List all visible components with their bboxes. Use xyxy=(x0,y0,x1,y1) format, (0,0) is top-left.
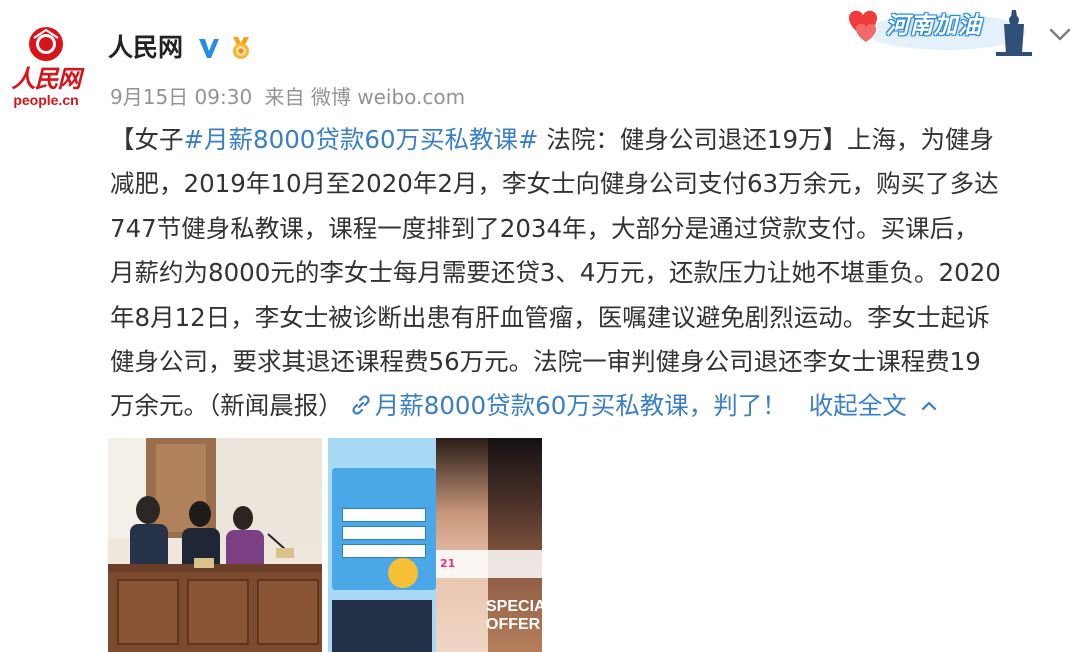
account-name[interactable]: 人民网 xyxy=(108,31,183,65)
ad-field xyxy=(342,508,426,522)
henan-badge: 河南加油 xyxy=(846,2,1036,60)
post-body: 【女子#月薪8000贷款60万买私教课# 法院：健身公司退还19万】上海，为健身… xyxy=(110,118,1072,429)
text-segment: 【女子 xyxy=(110,125,184,154)
ad-number-strip: 21 xyxy=(436,550,542,578)
post-image-courtroom[interactable] xyxy=(108,438,322,652)
logo-domain: people.cn xyxy=(13,92,79,108)
post-time[interactable]: 9月15日 09:30 xyxy=(110,85,252,109)
badge-label: 河南加油 xyxy=(886,13,982,39)
ad-bottom-photo xyxy=(332,600,432,652)
post-line: 减肥，2019年10月至2020年2月，李女士向健身公司支付63万余元，购买了多… xyxy=(110,169,999,199)
text-segment: 万余元。（新闻晨报） xyxy=(110,391,343,421)
chevron-down-icon[interactable] xyxy=(1048,22,1072,46)
post-line: 月薪约为8000元的李女士每月需要还贷3、4万元，还款压力让她不堪重负。2020 xyxy=(110,258,1001,288)
ad-special-offer: SPECIAL OFFER xyxy=(486,598,542,633)
logo-text: 人民网 xyxy=(11,64,82,93)
article-link[interactable]: 月薪8000贷款60万买私教课，判了！ xyxy=(343,391,787,420)
medal-icon xyxy=(233,37,249,59)
collapse-button[interactable]: 收起全文 xyxy=(809,391,939,420)
verified-v-icon xyxy=(199,39,219,58)
post-image-fitness-ad[interactable]: 21 SPECIAL OFFER xyxy=(328,438,542,652)
post-line: 年8月12日，李女士被诊断出患有肝血管瘤，医嘱建议避免剧烈运动。李女士起诉 xyxy=(110,302,990,332)
ad-field xyxy=(342,544,426,558)
text-segment: 法院：健身公司退还19万】上海，为健身 xyxy=(538,125,995,154)
people-logo-icon xyxy=(29,27,63,61)
article-link-label: 月薪8000贷款60万买私教课，判了！ xyxy=(374,391,787,421)
chevron-up-icon xyxy=(921,402,936,411)
avatar[interactable]: 人民网 people.cn xyxy=(8,24,84,112)
post-line: 747节健身私教课，课程一度排到了2034年，大部分是通过贷款支付。买课后， xyxy=(110,213,979,243)
post-meta: 9月15日 09:30 来自 微博 weibo.com xyxy=(110,83,471,111)
ad-signup-form xyxy=(332,468,436,590)
post-line: 万余元。（新闻晨报） 月薪8000贷款60万买私教课，判了！ 收起全文 xyxy=(110,384,1072,428)
ad-photo-woman xyxy=(436,438,488,652)
link-icon xyxy=(352,395,370,415)
post-line: 【女子#月薪8000贷款60万买私教课# 法院：健身公司退还19万】上海，为健身 xyxy=(110,118,1072,162)
hashtag-link[interactable]: #月薪8000贷款60万买私教课# xyxy=(184,125,539,154)
ad-field xyxy=(342,526,426,540)
collapse-label: 收起全文 xyxy=(808,391,907,421)
ad-cta-circle xyxy=(388,558,418,588)
post-source: 来自 微博 weibo.com xyxy=(264,85,466,109)
post-line: 健身公司，要求其退还课程费56万元。法院一审判健身公司退还李女士课程费19 xyxy=(110,346,981,376)
